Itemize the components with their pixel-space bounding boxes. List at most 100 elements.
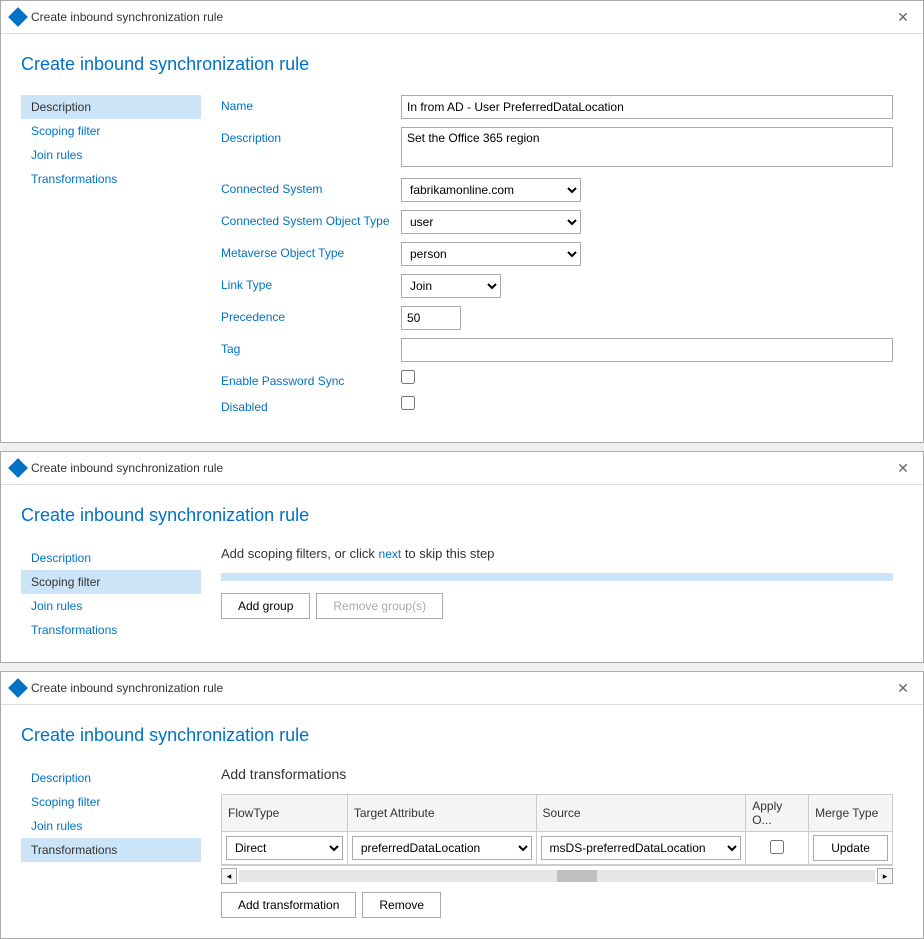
- target-attribute-select[interactable]: preferredDataLocation: [353, 837, 531, 859]
- main-layout-1: Description Scoping filter Join rules Tr…: [21, 95, 893, 422]
- form-area-1: Name Description Set the Office 365 regi…: [201, 95, 893, 422]
- disabled-checkbox[interactable]: [401, 396, 415, 410]
- add-transformation-button[interactable]: Add transformation: [221, 892, 356, 918]
- precedence-label: Precedence: [221, 306, 401, 324]
- sidebar-item-transformations-1[interactable]: Transformations: [21, 167, 201, 191]
- tag-control: [401, 338, 893, 362]
- disabled-row: Disabled: [221, 396, 893, 414]
- window2-content: Create inbound synchronization rule Desc…: [1, 485, 923, 662]
- page-title-3: Create inbound synchronization rule: [21, 725, 893, 746]
- cs-object-type-row: Connected System Object Type user: [221, 210, 893, 234]
- close-button-1[interactable]: ✕: [893, 7, 913, 27]
- form-area-3: Add transformations FlowType Target Attr…: [201, 766, 893, 918]
- sidebar-item-scoping-1[interactable]: Scoping filter: [21, 119, 201, 143]
- sidebar-item-transformations-3[interactable]: Transformations: [21, 838, 201, 862]
- mv-object-type-row: Metaverse Object Type person: [221, 242, 893, 266]
- close-button-3[interactable]: ✕: [893, 678, 913, 698]
- enable-password-checkbox[interactable]: [401, 370, 415, 384]
- sidebar-item-join-2[interactable]: Join rules: [21, 594, 201, 618]
- scroll-right-btn[interactable]: ▸: [877, 868, 893, 884]
- mv-object-type-label: Metaverse Object Type: [221, 242, 401, 260]
- precedence-input[interactable]: [401, 306, 461, 330]
- description-row: Description Set the Office 365 region: [221, 127, 893, 170]
- connected-system-control: fabrikamonline.com: [401, 178, 893, 202]
- col-applyonce: Apply O...: [746, 795, 809, 832]
- name-input[interactable]: [401, 95, 893, 119]
- scroll-left-btn[interactable]: ◂: [221, 868, 237, 884]
- apply-once-checkbox[interactable]: [770, 840, 784, 854]
- scope-progress-bar: [221, 573, 893, 581]
- scroll-track[interactable]: [239, 870, 875, 882]
- sidebar-item-transformations-2[interactable]: Transformations: [21, 618, 201, 642]
- scope-message: Add scoping filters, or click next to sk…: [221, 546, 893, 561]
- sidebar-3: Description Scoping filter Join rules Tr…: [21, 766, 201, 918]
- add-transformations-title: Add transformations: [221, 766, 893, 782]
- tag-input[interactable]: [401, 338, 893, 362]
- window-2: Create inbound synchronization rule ✕ Cr…: [0, 451, 924, 663]
- description-input[interactable]: Set the Office 365 region: [401, 127, 893, 167]
- flowtype-cell: Direct Expression Constant: [222, 832, 348, 865]
- source-cell: msDS-preferredDataLocation: [536, 832, 746, 865]
- sidebar-1: Description Scoping filter Join rules Tr…: [21, 95, 201, 422]
- name-label: Name: [221, 95, 401, 113]
- sidebar-item-scoping-3[interactable]: Scoping filter: [21, 790, 201, 814]
- sidebar-item-description-1[interactable]: Description: [21, 95, 201, 119]
- title-text-1: Create inbound synchronization rule: [31, 10, 887, 24]
- flowtype-select[interactable]: Direct Expression Constant: [227, 837, 342, 859]
- page-title-1: Create inbound synchronization rule: [21, 54, 893, 75]
- enable-password-label: Enable Password Sync: [221, 370, 401, 388]
- title-text-2: Create inbound synchronization rule: [31, 461, 887, 475]
- precedence-control: [401, 306, 893, 330]
- title-text-3: Create inbound synchronization rule: [31, 681, 887, 695]
- name-input-area: [401, 95, 893, 119]
- enable-password-control: [401, 370, 893, 387]
- merge-type-cell: Update: [809, 832, 893, 865]
- apply-once-cell: [746, 832, 809, 865]
- target-attribute-cell: preferredDataLocation: [347, 832, 536, 865]
- scope-btn-row: Add group Remove group(s): [221, 593, 893, 619]
- window-1: Create inbound synchronization rule ✕ Cr…: [0, 0, 924, 443]
- remove-transformation-button[interactable]: Remove: [362, 892, 441, 918]
- col-target: Target Attribute: [347, 795, 536, 832]
- sidebar-item-description-3[interactable]: Description: [21, 766, 201, 790]
- sidebar-item-scoping-2[interactable]: Scoping filter: [21, 570, 201, 594]
- connected-system-row: Connected System fabrikamonline.com: [221, 178, 893, 202]
- cs-object-type-select[interactable]: user: [401, 210, 581, 234]
- main-layout-3: Description Scoping filter Join rules Tr…: [21, 766, 893, 918]
- form-area-2: Add scoping filters, or click next to sk…: [201, 546, 893, 642]
- close-button-2[interactable]: ✕: [893, 458, 913, 478]
- window1-content: Create inbound synchronization rule Desc…: [1, 34, 923, 442]
- scrollbar-row: ◂ ▸: [221, 865, 893, 886]
- title-bar-3: Create inbound synchronization rule ✕: [1, 672, 923, 705]
- mv-object-type-select[interactable]: person: [401, 242, 581, 266]
- sidebar-item-join-1[interactable]: Join rules: [21, 143, 201, 167]
- connected-system-label: Connected System: [221, 178, 401, 196]
- col-source: Source: [536, 795, 746, 832]
- link-type-select[interactable]: Join: [401, 274, 501, 298]
- col-flowtype: FlowType: [222, 795, 348, 832]
- title-bar-1: Create inbound synchronization rule ✕: [1, 1, 923, 34]
- enable-password-row: Enable Password Sync: [221, 370, 893, 388]
- description-label: Description: [221, 127, 401, 145]
- update-button[interactable]: Update: [813, 835, 888, 861]
- cs-object-type-label: Connected System Object Type: [221, 210, 401, 228]
- source-select[interactable]: msDS-preferredDataLocation: [542, 837, 741, 859]
- link-type-row: Link Type Join: [221, 274, 893, 298]
- page-title-2: Create inbound synchronization rule: [21, 505, 893, 526]
- cs-object-type-control: user: [401, 210, 893, 234]
- sidebar-item-description-2[interactable]: Description: [21, 546, 201, 570]
- precedence-row: Precedence: [221, 306, 893, 330]
- title-bar-2: Create inbound synchronization rule ✕: [1, 452, 923, 485]
- remove-group-button[interactable]: Remove group(s): [316, 593, 443, 619]
- name-row: Name: [221, 95, 893, 119]
- sidebar-item-join-3[interactable]: Join rules: [21, 814, 201, 838]
- next-link[interactable]: next: [379, 547, 402, 561]
- disabled-control: [401, 396, 893, 413]
- scroll-thumb: [557, 870, 597, 882]
- window-3: Create inbound synchronization rule ✕ Cr…: [0, 671, 924, 939]
- add-group-button[interactable]: Add group: [221, 593, 310, 619]
- connected-system-select[interactable]: fabrikamonline.com: [401, 178, 581, 202]
- sidebar-2: Description Scoping filter Join rules Tr…: [21, 546, 201, 642]
- col-mergetype: Merge Type: [809, 795, 893, 832]
- link-type-control: Join: [401, 274, 893, 298]
